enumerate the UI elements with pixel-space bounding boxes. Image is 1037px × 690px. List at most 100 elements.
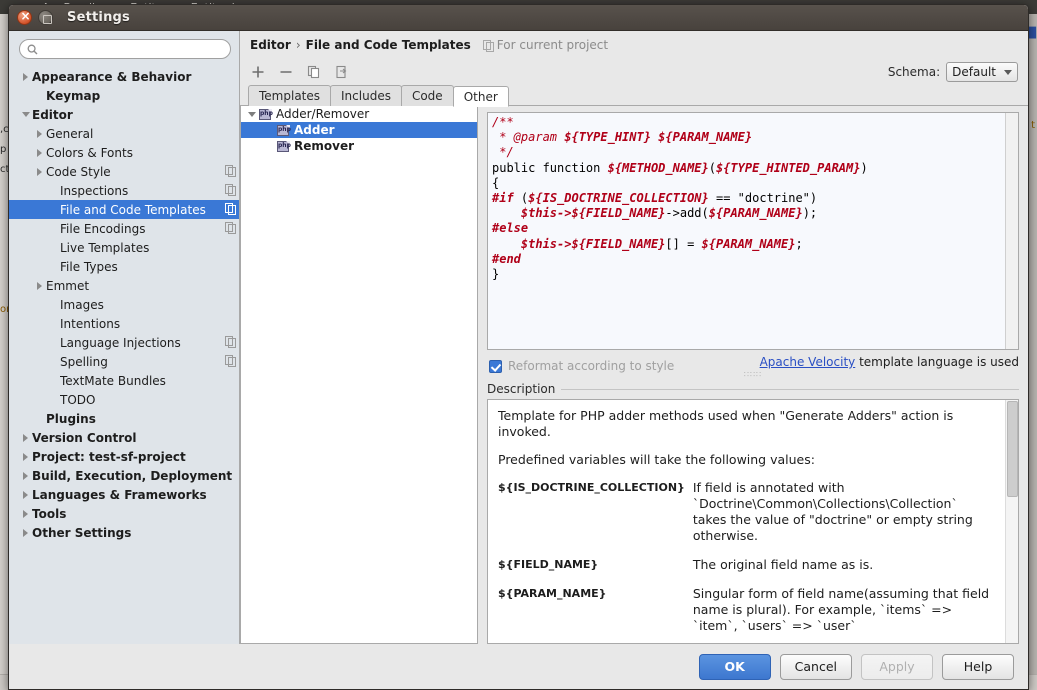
sidebar-item-images[interactable]: Images [9,295,239,314]
search-box[interactable] [19,39,231,59]
sidebar-item-build-execution-deployment[interactable]: Build, Execution, Deployment [9,466,239,485]
template-tree[interactable]: php Adder/Remover php Adder php Remover [240,106,478,644]
template-item-label: Adder/Remover [276,107,370,121]
code-line: #end [492,252,1005,267]
copy-settings-icon[interactable] [225,336,236,349]
tab-includes[interactable]: Includes [330,85,402,106]
sidebar-item-language-injections[interactable]: Language Injections [9,333,239,352]
tab-other[interactable]: Other [452,86,509,107]
tab-label: Code [411,89,443,103]
chevron-right-icon[interactable] [19,528,32,537]
tab-label: Includes [341,89,391,103]
tab-code[interactable]: Code [400,85,454,106]
code-scrollbar[interactable] [1005,113,1018,349]
sidebar-item-file-encodings[interactable]: File Encodings [9,219,239,238]
sidebar-item-label: File Encodings [60,221,146,236]
schema-dropdown[interactable]: Default [946,62,1018,82]
apache-velocity-link[interactable]: Apache Velocity [760,355,856,369]
table-row: ${FIELD_NAME} The original field name as … [498,557,995,586]
sidebar-item-version-control[interactable]: Version Control [9,428,239,447]
sidebar-item-textmate-bundles[interactable]: TextMate Bundles [9,371,239,390]
help-button[interactable]: Help [942,653,1014,680]
sidebar-item-file-types[interactable]: File Types [9,257,239,276]
minus-icon[interactable] [276,62,296,82]
description-scrollbar[interactable] [1005,400,1018,643]
description-scrollbar-thumb[interactable] [1007,401,1018,497]
copy-settings-icon[interactable] [225,203,236,216]
sidebar-item-label: TODO [60,392,96,407]
code-line: /** [492,115,1005,130]
sidebar-item-project-test-sf-project[interactable]: Project: test-sf-project [9,447,239,466]
chevron-right-icon[interactable] [33,281,46,290]
chevron-right-icon[interactable] [19,490,32,499]
copy-glyph-icon [225,222,236,234]
chevron-right-icon[interactable] [19,509,32,518]
variable-name: ${FIELD_NAME} [498,558,599,571]
chevron-right-icon[interactable] [19,471,32,480]
sidebar-item-editor[interactable]: Editor [9,105,239,124]
tab-templates[interactable]: Templates [248,85,332,106]
sidebar-item-inspections[interactable]: Inspections [9,181,239,200]
copy-settings-icon[interactable] [225,355,236,368]
sidebar-item-file-and-code-templates[interactable]: File and Code Templates [9,200,239,219]
breadcrumb-parent[interactable]: Editor [250,38,291,52]
reset-icon[interactable] [332,62,352,82]
chevron-right-icon[interactable] [19,452,32,461]
sidebar-item-other-settings[interactable]: Other Settings [9,523,239,542]
code-content[interactable]: /** * @param ${TYPE_HINT} ${PARAM_NAME} … [488,113,1005,349]
code-token: ); [802,206,818,221]
template-item-remover[interactable]: php Remover [241,138,477,154]
splitter-grip[interactable]: ∷∷∷ [742,372,764,378]
template-item-adder[interactable]: php Adder [241,122,477,138]
sidebar-item-colors-fonts[interactable]: Colors & Fonts [9,143,239,162]
tab-label: Other [463,89,498,104]
sidebar-item-intentions[interactable]: Intentions [9,314,239,333]
sidebar-item-appearance-behavior[interactable]: Appearance & Behavior [9,67,239,86]
sidebar-item-live-templates[interactable]: Live Templates [9,238,239,257]
code-token: ${PARAM_NAME} [701,236,796,251]
sidebar-item-languages-frameworks[interactable]: Languages & Frameworks [9,485,239,504]
search-input[interactable] [43,41,223,57]
sidebar-item-keymap[interactable]: Keymap [9,86,239,105]
sidebar-item-label: Languages & Frameworks [32,487,207,502]
chevron-down-icon[interactable] [19,112,32,117]
close-icon[interactable] [17,9,33,25]
reformat-checkbox-group[interactable]: Reformat according to style [489,359,674,373]
maximize-icon[interactable] [38,10,53,25]
chevron-down-icon[interactable] [245,111,259,117]
code-line: * @param ${TYPE_HINT} ${PARAM_NAME} [492,130,1005,145]
sidebar-item-label: Language Injections [60,335,181,350]
cancel-button[interactable]: Cancel [779,653,852,680]
code-token: #if [492,191,514,206]
copy-settings-icon[interactable] [225,165,236,178]
reformat-checkbox[interactable] [489,359,502,373]
chevron-right-icon[interactable] [33,129,46,138]
sidebar-item-plugins[interactable]: Plugins [9,409,239,428]
table-row: ${PARAM_NAME} Singular form of field name… [498,586,995,643]
chevron-right-icon[interactable] [19,433,32,442]
copy-icon[interactable] [304,62,324,82]
sidebar-item-general[interactable]: General [9,124,239,143]
chevron-right-icon[interactable] [33,167,46,176]
php-file-icon: php [277,140,291,153]
window-title: Settings [67,10,130,25]
apply-button[interactable]: Apply [861,653,933,680]
sidebar-item-emmet[interactable]: Emmet [9,276,239,295]
copy-settings-icon[interactable] [225,184,236,197]
sidebar-item-label: Colors & Fonts [46,145,133,160]
sidebar-item-code-style[interactable]: Code Style [9,162,239,181]
plus-icon[interactable] [248,62,268,82]
sidebar-item-todo[interactable]: TODO [9,390,239,409]
ok-button[interactable]: OK [698,653,771,680]
sidebar-item-spelling[interactable]: Spelling [9,352,239,371]
copy-settings-icon[interactable] [225,222,236,235]
template-item-adder-remover[interactable]: php Adder/Remover [241,106,477,122]
description-paragraph: Template for PHP adder methods used when… [498,408,954,439]
chevron-right-icon[interactable] [33,148,46,157]
templates-panes: php Adder/Remover php Adder php Remover /** *… [240,106,1028,644]
sidebar-item-tools[interactable]: Tools [9,504,239,523]
search-icon [27,44,38,54]
template-code-editor[interactable]: /** * @param ${TYPE_HINT} ${PARAM_NAME} … [487,112,1019,350]
chevron-right-icon[interactable] [19,72,32,81]
code-token: [] = [665,236,702,251]
